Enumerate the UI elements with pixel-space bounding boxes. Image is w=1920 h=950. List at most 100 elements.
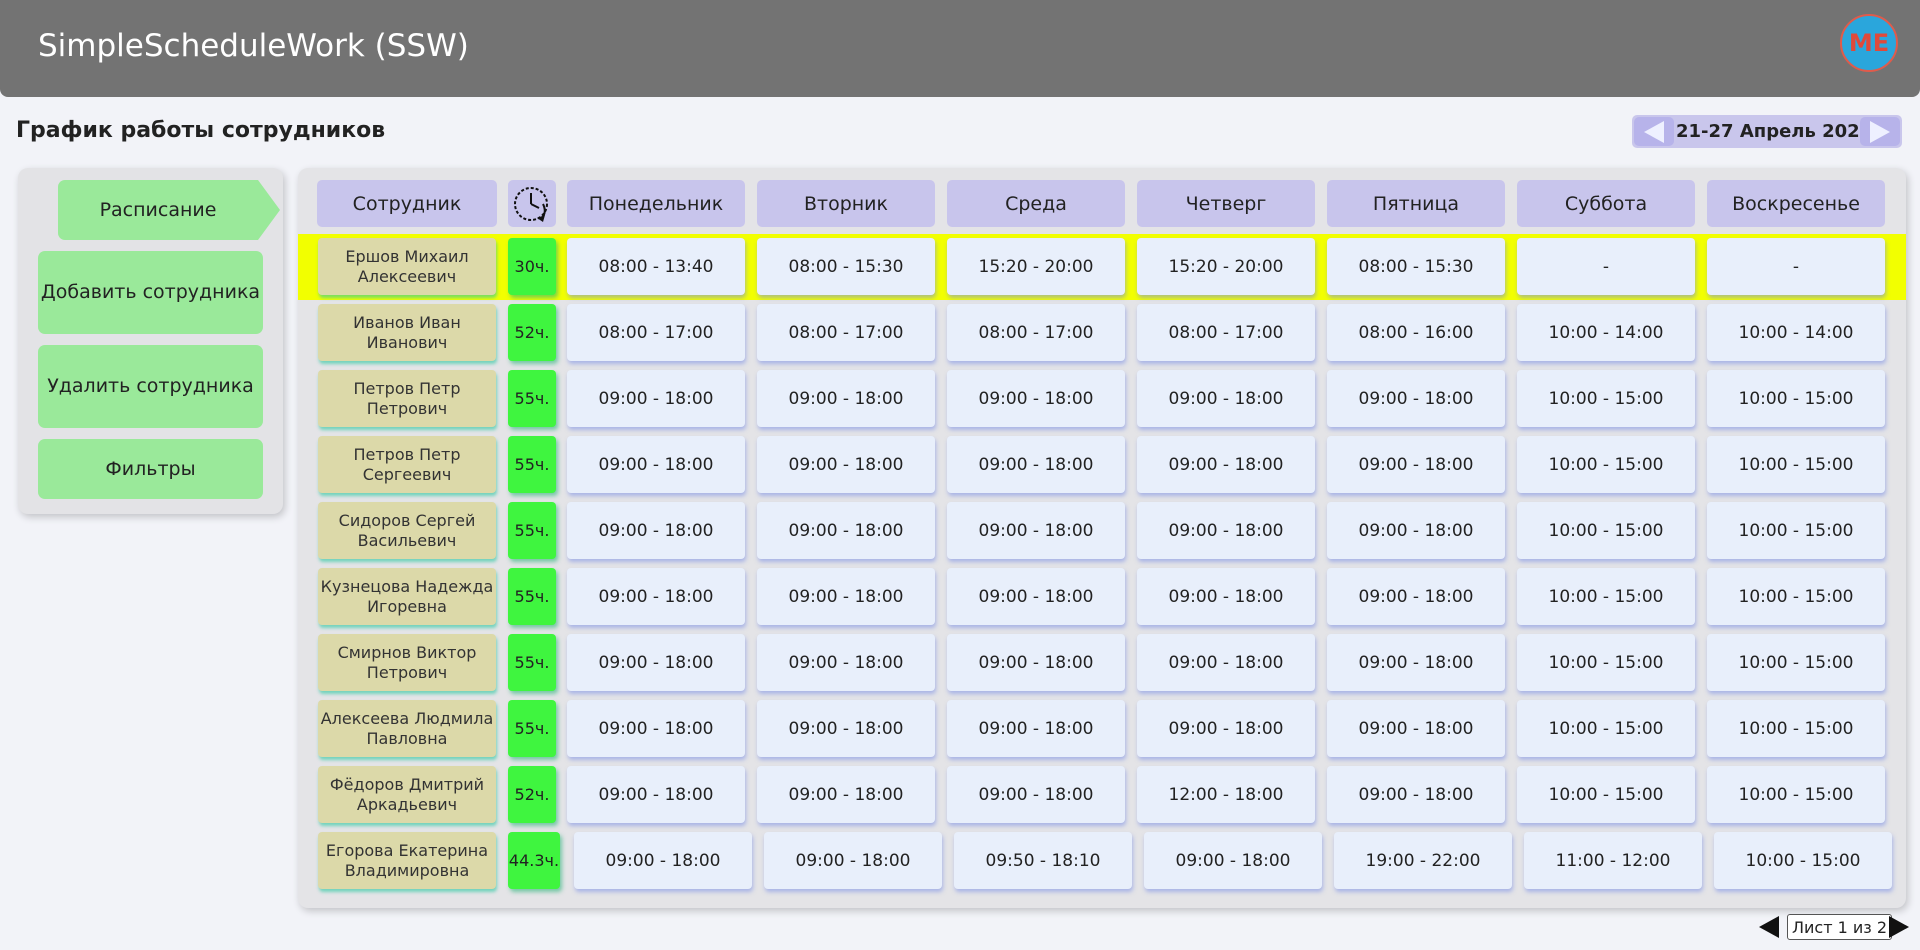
shift-cell[interactable]: - [1707,238,1885,295]
shift-cell[interactable]: 08:00 - 16:00 [1327,304,1505,361]
shift-cell[interactable]: 09:00 - 18:00 [1137,436,1315,493]
triangle-left-icon [1644,120,1664,143]
shift-cell[interactable]: 10:00 - 14:00 [1517,304,1695,361]
shift-cell[interactable]: 09:00 - 18:00 [947,436,1125,493]
employee-name-cell[interactable]: Петров Петр Петрович [318,370,496,427]
shift-cell[interactable]: 09:00 - 18:00 [574,832,752,889]
shift-cell[interactable]: 09:00 - 18:00 [1327,766,1505,823]
shift-cell[interactable]: 10:00 - 15:00 [1517,568,1695,625]
shift-cell[interactable]: 09:00 - 18:00 [567,370,745,427]
employee-name-cell[interactable]: Фёдоров Дмитрий Аркадьевич [318,766,496,823]
shift-cell[interactable]: 09:00 - 18:00 [567,568,745,625]
employee-name-cell[interactable]: Сидоров Сергей Васильевич [318,502,496,559]
week-navigator: 21-27 Апрель 2025 [1632,115,1902,148]
next-week-button[interactable] [1860,117,1900,146]
prev-week-button[interactable] [1634,117,1674,146]
shift-cell[interactable]: - [1517,238,1695,295]
shift-cell[interactable]: 09:00 - 18:00 [1144,832,1322,889]
column-header-day: Среда [947,180,1125,227]
weekly-hours-cell: 55ч. [508,634,556,691]
shift-cell[interactable]: 09:00 - 18:00 [947,766,1125,823]
shift-cell[interactable]: 12:00 - 18:00 [1137,766,1315,823]
shift-cell[interactable]: 08:00 - 17:00 [567,304,745,361]
column-header-day: Понедельник [567,180,745,227]
sidebar-item-schedule[interactable]: Расписание [58,180,258,240]
shift-cell[interactable]: 09:00 - 18:00 [947,568,1125,625]
shift-cell[interactable]: 09:00 - 18:00 [1327,700,1505,757]
weekly-hours-cell: 44.3ч. [508,832,560,889]
shift-cell[interactable]: 15:20 - 20:00 [947,238,1125,295]
shift-cell[interactable]: 09:00 - 18:00 [1327,370,1505,427]
shift-cell[interactable]: 10:00 - 15:00 [1707,568,1885,625]
shift-cell[interactable]: 10:00 - 15:00 [1517,766,1695,823]
shift-cell[interactable]: 09:00 - 18:00 [1327,568,1505,625]
employee-name-cell[interactable]: Кузнецова Надежда Игоревна [318,568,496,625]
shift-cell[interactable]: 08:00 - 15:30 [1327,238,1505,295]
shift-cell[interactable]: 08:00 - 15:30 [757,238,935,295]
shift-cell[interactable]: 09:00 - 18:00 [947,370,1125,427]
shift-cell[interactable]: 09:50 - 18:10 [954,832,1132,889]
shift-cell[interactable]: 09:00 - 18:00 [947,634,1125,691]
shift-cell[interactable]: 10:00 - 15:00 [1707,436,1885,493]
shift-cell[interactable]: 09:00 - 18:00 [757,436,935,493]
shift-cell[interactable]: 10:00 - 15:00 [1517,436,1695,493]
shift-cell[interactable]: 09:00 - 18:00 [757,634,935,691]
shift-cell[interactable]: 09:00 - 18:00 [757,568,935,625]
sidebar: Расписание Добавить сотрудника Удалить с… [18,168,283,514]
shift-cell[interactable]: 10:00 - 15:00 [1517,634,1695,691]
page-indicator: Лист 1 из 2 [1787,914,1893,940]
shift-cell[interactable]: 19:00 - 22:00 [1334,832,1512,889]
sidebar-item-filters[interactable]: Фильтры [38,439,263,499]
shift-cell[interactable]: 09:00 - 18:00 [567,436,745,493]
shift-cell[interactable]: 09:00 - 18:00 [757,370,935,427]
shift-cell[interactable]: 09:00 - 18:00 [757,700,935,757]
shift-cell[interactable]: 08:00 - 13:40 [567,238,745,295]
sidebar-item-add-employee[interactable]: Добавить сотрудника [38,251,263,334]
employee-name-cell[interactable]: Алексеева Людмила Павловна [318,700,496,757]
shift-cell[interactable]: 09:00 - 18:00 [567,766,745,823]
employee-name-cell[interactable]: Петров Петр Сергеевич [318,436,496,493]
shift-cell[interactable]: 10:00 - 15:00 [1714,832,1892,889]
shift-cell[interactable]: 11:00 - 12:00 [1524,832,1702,889]
employee-name-cell[interactable]: Егорова Екатерина Владимировна [318,832,496,889]
employee-name-cell[interactable]: Иванов Иван Иванович [318,304,496,361]
sidebar-item-remove-employee[interactable]: Удалить сотрудника [38,345,263,428]
triangle-right-icon [1870,120,1890,143]
triangle-right-icon [1889,916,1909,938]
next-page-button[interactable] [1886,913,1912,941]
shift-cell[interactable]: 09:00 - 18:00 [1327,436,1505,493]
shift-cell[interactable]: 09:00 - 18:00 [1137,700,1315,757]
shift-cell[interactable]: 09:00 - 18:00 [567,502,745,559]
shift-cell[interactable]: 09:00 - 18:00 [757,766,935,823]
shift-cell[interactable]: 15:20 - 20:00 [1137,238,1315,295]
shift-cell[interactable]: 09:00 - 18:00 [1137,370,1315,427]
shift-cell[interactable]: 10:00 - 15:00 [1517,370,1695,427]
shift-cell[interactable]: 09:00 - 18:00 [1137,502,1315,559]
shift-cell[interactable]: 10:00 - 15:00 [1517,700,1695,757]
shift-cell[interactable]: 09:00 - 18:00 [567,700,745,757]
shift-cell[interactable]: 09:00 - 18:00 [764,832,942,889]
weekly-hours-cell: 52ч. [508,766,556,823]
employee-name-cell[interactable]: Ершов Михаил Алексеевич [318,238,496,295]
shift-cell[interactable]: 10:00 - 15:00 [1707,370,1885,427]
shift-cell[interactable]: 10:00 - 15:00 [1707,700,1885,757]
shift-cell[interactable]: 08:00 - 17:00 [1137,304,1315,361]
shift-cell[interactable]: 09:00 - 18:00 [1327,502,1505,559]
shift-cell[interactable]: 09:00 - 18:00 [1137,634,1315,691]
shift-cell[interactable]: 10:00 - 15:00 [1707,634,1885,691]
shift-cell[interactable]: 09:00 - 18:00 [947,700,1125,757]
shift-cell[interactable]: 10:00 - 14:00 [1707,304,1885,361]
shift-cell[interactable]: 09:00 - 18:00 [757,502,935,559]
shift-cell[interactable]: 10:00 - 15:00 [1517,502,1695,559]
user-avatar[interactable]: ME [1840,14,1898,72]
shift-cell[interactable]: 09:00 - 18:00 [567,634,745,691]
shift-cell[interactable]: 08:00 - 17:00 [757,304,935,361]
shift-cell[interactable]: 09:00 - 18:00 [1327,634,1505,691]
shift-cell[interactable]: 09:00 - 18:00 [1137,568,1315,625]
prev-page-button[interactable] [1756,913,1782,941]
shift-cell[interactable]: 10:00 - 15:00 [1707,766,1885,823]
shift-cell[interactable]: 08:00 - 17:00 [947,304,1125,361]
employee-name-cell[interactable]: Смирнов Виктор Петрович [318,634,496,691]
shift-cell[interactable]: 10:00 - 15:00 [1707,502,1885,559]
shift-cell[interactable]: 09:00 - 18:00 [947,502,1125,559]
